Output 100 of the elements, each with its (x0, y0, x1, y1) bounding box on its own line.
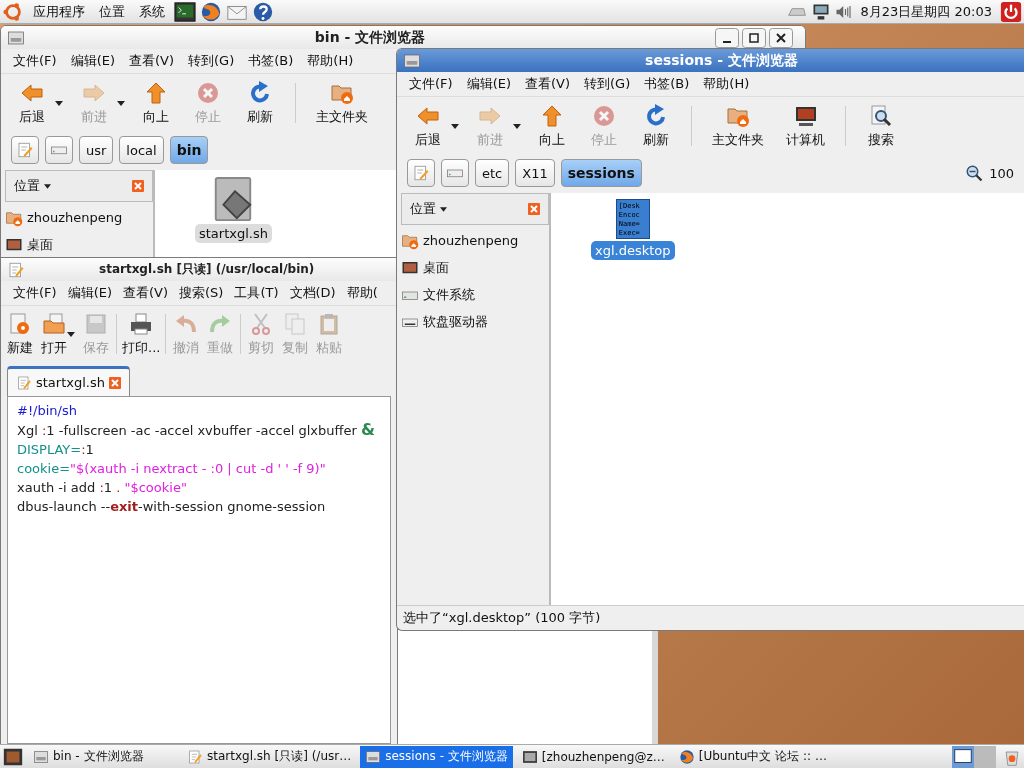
path-button[interactable]: bin (169, 136, 209, 164)
printer-icon (129, 311, 154, 336)
menu-item[interactable]: 查看(V) (525, 75, 571, 93)
clock[interactable]: 8月23日星期四 20:03 (856, 2, 996, 21)
document-tab[interactable]: startxgl.sh (7, 366, 130, 396)
menu-item[interactable]: 书签(B) (248, 52, 294, 70)
place-item[interactable]: 桌面 (401, 256, 549, 279)
caret-icon[interactable] (44, 183, 51, 189)
path-button[interactable] (407, 159, 435, 187)
code-line: cookie="$(xauth -i nextract - :0 | cut -d ' ' -f 9)" (17, 460, 327, 478)
menu-item[interactable]: 文件(F) (13, 284, 57, 302)
path-button[interactable]: local (119, 136, 164, 164)
taskbar-button[interactable]: [Ubuntu中文 论坛 :: … (673, 745, 832, 768)
taskbar-button[interactable]: startxgl.sh [只读] (/usr… (182, 745, 357, 768)
sidebar-title[interactable]: 位置 (410, 200, 436, 218)
toolbar-button[interactable]: 主文件夹 (306, 78, 378, 128)
code-line: dbus-launch --exit-with-session gnome-session (17, 498, 327, 516)
stop-icon (592, 103, 616, 128)
notepad-icon (7, 260, 25, 279)
zoom-out-icon[interactable] (965, 164, 984, 182)
refresh-icon (248, 80, 272, 105)
terminal-icon[interactable] (174, 0, 196, 23)
edit-icon (412, 164, 430, 182)
menu-item[interactable]: 帮助( (346, 284, 378, 302)
path-button[interactable]: etc (475, 159, 510, 187)
path-button[interactable] (441, 159, 469, 187)
minimize-icon[interactable] (715, 27, 739, 48)
panel-menu[interactable]: 应用程序 (28, 2, 90, 21)
up-arrow-icon (540, 103, 564, 128)
menu-item[interactable]: 查看(V) (123, 284, 169, 302)
path-button[interactable]: sessions (560, 159, 642, 187)
menu-item[interactable]: 文件(F) (409, 75, 453, 93)
maximize-icon[interactable] (742, 27, 766, 48)
taskbar-button[interactable]: bin - 文件浏览器 (28, 745, 178, 768)
file-item[interactable]: xgl.desktop (591, 241, 675, 260)
file-cabinet-icon (7, 28, 25, 47)
menu-item[interactable]: 书签(B) (644, 75, 690, 93)
place-item[interactable]: zhouzhenpeng (401, 229, 549, 252)
menu-item[interactable]: 查看(V) (129, 52, 175, 70)
toolbar-button[interactable]: 向上 (131, 78, 181, 128)
path-button[interactable]: X11 (515, 159, 555, 187)
toolbar-button[interactable]: 向上 (527, 101, 577, 151)
toolbar-button[interactable]: 计算机 (776, 101, 835, 151)
toolbar-button[interactable]: 主文件夹 (702, 101, 774, 151)
terminal-icon (521, 748, 538, 765)
file-item[interactable]: startxgl.sh (195, 224, 272, 243)
taskbar-button[interactable]: sessions - 文件浏览器 (360, 745, 513, 768)
browser-icon[interactable] (200, 0, 222, 23)
toolbar-button[interactable]: 新建 (3, 309, 37, 359)
sidebar-title[interactable]: 位置 (14, 177, 40, 195)
caret-icon[interactable] (67, 331, 75, 337)
toolbar-button[interactable]: 打印... (120, 309, 163, 359)
file-cabinet-icon (403, 51, 421, 70)
menu-item[interactable]: 工具(T) (234, 284, 279, 302)
menu-item[interactable]: 转到(G) (188, 52, 235, 70)
edit-icon (16, 141, 34, 159)
toolbar-button[interactable]: 后退 (403, 101, 453, 151)
place-item[interactable]: zhouzhenpeng (5, 206, 153, 229)
toolbar-button[interactable]: 搜索 (856, 101, 906, 151)
code-line: DISPLAY=:1 (17, 441, 95, 459)
copy-icon (283, 311, 308, 336)
panel-menu[interactable]: 系统 (134, 2, 170, 21)
file-cabinet-icon (365, 748, 382, 765)
menu-item[interactable]: 编辑(E) (466, 75, 511, 93)
refresh-icon (644, 103, 668, 128)
place-item[interactable]: 文件系统 (401, 283, 549, 306)
taskbar-button[interactable]: [zhouzhenpeng@z… (516, 745, 670, 768)
menu-item[interactable]: 帮助(H) (703, 75, 750, 93)
ubuntu-logo-icon[interactable] (2, 0, 24, 23)
search-icon (869, 103, 893, 128)
notepad-icon (16, 374, 32, 391)
menu-item[interactable]: 编辑(E) (70, 52, 115, 70)
path-button[interactable] (45, 136, 73, 164)
path-button[interactable]: usr (79, 136, 114, 164)
power-icon[interactable] (1000, 0, 1022, 23)
menu-item[interactable]: 搜索(S) (179, 284, 224, 302)
workspace-switcher[interactable] (950, 745, 998, 768)
menu-item[interactable]: 文档(D) (289, 284, 336, 302)
place-item[interactable]: 桌面 (5, 233, 153, 256)
place-item[interactable]: 软盘驱动器 (401, 310, 549, 333)
toolbar-button[interactable]: 刷新 (235, 78, 285, 128)
toolbar-button[interactable]: 后退 (7, 78, 57, 128)
path-button[interactable] (11, 136, 39, 164)
menu-item[interactable]: 帮助(H) (307, 52, 354, 70)
browser-icon (678, 748, 695, 765)
caret-icon[interactable] (451, 123, 459, 129)
caret-icon[interactable] (440, 206, 447, 212)
zoom-level: 100 (989, 165, 1014, 181)
menu-item[interactable]: 编辑(E) (67, 284, 112, 302)
panel-menu[interactable]: 位置 (94, 2, 130, 21)
menu-item[interactable]: 转到(G) (584, 75, 631, 93)
up-arrow-icon (144, 80, 168, 105)
file-cabinet-icon (33, 748, 49, 765)
toolbar-button[interactable]: 打开 (37, 309, 71, 359)
window-title: startxgl.sh [只读] (/usr/local/bin) (99, 261, 315, 278)
toolbar-button[interactable]: 刷新 (631, 101, 681, 151)
menu-item[interactable]: 文件(F) (13, 52, 57, 70)
close-icon[interactable] (769, 27, 793, 48)
help-icon[interactable] (252, 0, 274, 23)
caret-icon[interactable] (55, 100, 63, 106)
